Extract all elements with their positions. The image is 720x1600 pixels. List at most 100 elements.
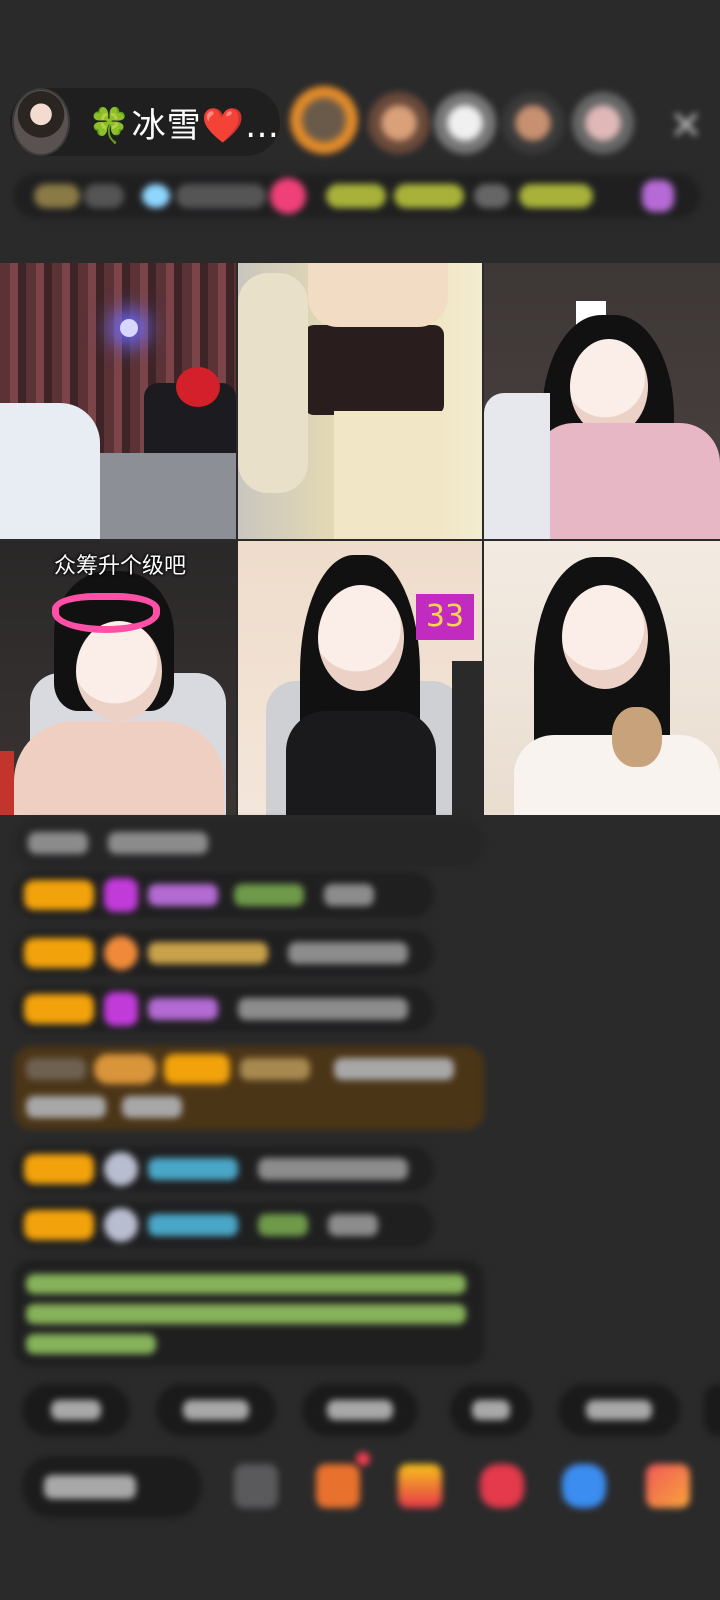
chat-text	[334, 1058, 454, 1080]
info-chip	[270, 178, 306, 214]
quick-reply-button[interactable]	[302, 1384, 418, 1436]
username	[148, 998, 218, 1020]
username	[148, 942, 268, 964]
chair-front-shape	[0, 403, 100, 539]
level-badge	[24, 1154, 94, 1184]
person-shape	[308, 263, 448, 327]
face-shape	[76, 621, 162, 721]
fan-badge-icon	[104, 992, 138, 1026]
shop-icon[interactable]	[398, 1464, 442, 1508]
info-chip	[142, 184, 170, 208]
emoji-icon[interactable]	[234, 1464, 278, 1508]
background-person-shape	[238, 273, 308, 493]
username	[148, 1214, 238, 1236]
fan-badge-icon	[104, 878, 138, 912]
sweater-shape	[534, 423, 720, 539]
chat-message[interactable]	[14, 872, 434, 918]
game-icon[interactable]	[562, 1464, 606, 1508]
level-badge	[24, 1210, 94, 1240]
shoulders-shape	[14, 721, 224, 815]
system-notice	[14, 1260, 484, 1366]
video-tile[interactable]	[484, 541, 720, 815]
number-badge: 33	[416, 594, 474, 640]
mask-glasses-shape	[52, 593, 160, 633]
face-shape	[570, 339, 648, 435]
info-chip	[326, 184, 386, 208]
viewer-avatar[interactable]	[502, 92, 564, 154]
info-chip	[519, 184, 593, 208]
chat-text	[258, 1158, 408, 1180]
info-chip	[176, 184, 266, 208]
username	[148, 884, 218, 906]
chat-text	[108, 832, 208, 854]
face-shape	[562, 585, 648, 689]
chat-text	[122, 1096, 182, 1118]
more-icon[interactable]	[646, 1464, 690, 1508]
person-shape	[304, 325, 444, 415]
notice-text	[26, 1274, 466, 1294]
person-shape	[334, 411, 444, 539]
video-tile[interactable]	[0, 541, 236, 815]
comment-input[interactable]	[22, 1456, 202, 1518]
chat-message[interactable]	[14, 1202, 434, 1248]
username	[240, 1058, 310, 1080]
quick-reply-button[interactable]	[450, 1384, 532, 1436]
viewer-avatar[interactable]	[290, 86, 358, 154]
chat-text	[26, 1096, 106, 1118]
viewer-avatar[interactable]	[368, 92, 430, 154]
teddy-bear-shape	[612, 707, 662, 767]
viewer-avatar[interactable]	[572, 92, 634, 154]
chat-message[interactable]	[14, 930, 434, 976]
room-info-bar[interactable]	[14, 174, 700, 218]
video-tile[interactable]	[0, 263, 236, 539]
host-avatar[interactable]	[12, 88, 71, 156]
info-chip	[34, 184, 80, 208]
video-tile[interactable]	[238, 263, 482, 539]
level-badge	[24, 994, 94, 1024]
chair-shape	[484, 393, 550, 539]
chat-message[interactable]	[14, 986, 434, 1032]
level-badge	[24, 880, 94, 910]
video-tile[interactable]	[238, 541, 482, 815]
chat-text	[28, 832, 88, 854]
video-grid	[0, 263, 720, 815]
user-avatar	[104, 1152, 138, 1186]
chat-text	[26, 1058, 86, 1080]
highlight-message[interactable]	[14, 1046, 484, 1130]
notice-text	[26, 1304, 466, 1324]
fan-badge-icon	[104, 936, 138, 970]
close-icon[interactable]: ✕	[664, 104, 708, 148]
notice-text	[26, 1334, 156, 1354]
info-chip	[84, 184, 124, 208]
chat-text	[328, 1214, 378, 1236]
username	[258, 1214, 308, 1236]
quick-reply-button[interactable]	[558, 1384, 680, 1436]
lamp-light	[120, 319, 138, 337]
dark-panel	[452, 661, 482, 815]
host-name: 🍀冰雪❤️…	[88, 105, 280, 146]
host-info-pill[interactable]: 🍀冰雪❤️…	[10, 88, 280, 156]
tile-caption: 众筹升个级吧	[54, 554, 187, 579]
level-badge	[164, 1054, 230, 1084]
quick-reply-button[interactable]	[704, 1384, 720, 1436]
quick-reply-button[interactable]	[22, 1384, 130, 1436]
info-chip	[642, 180, 674, 212]
dress-shape	[286, 711, 436, 815]
gift-box-icon[interactable]	[316, 1464, 360, 1508]
chat-message[interactable]	[14, 1146, 434, 1192]
quick-reply-button[interactable]	[156, 1384, 276, 1436]
username	[148, 1158, 238, 1180]
mascot-toy	[176, 367, 220, 407]
chat-text	[324, 884, 374, 906]
viewer-avatar[interactable]	[434, 92, 496, 154]
level-badge	[24, 938, 94, 968]
chat-message[interactable]	[14, 820, 484, 866]
red-object	[0, 751, 14, 815]
red-packet-icon[interactable]	[480, 1464, 524, 1508]
video-tile[interactable]	[484, 263, 720, 539]
chat-text	[288, 942, 408, 964]
username	[234, 884, 304, 906]
user-avatar	[104, 1208, 138, 1242]
info-chip	[394, 184, 464, 208]
reward-badge	[94, 1054, 156, 1084]
